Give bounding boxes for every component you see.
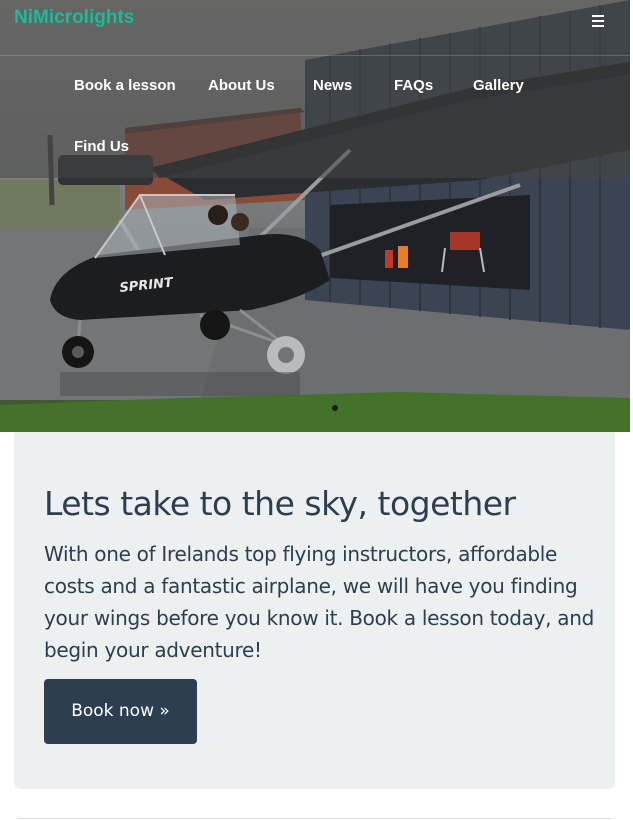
navbar: NiMicrolights Book a lesson About Us New… bbox=[0, 0, 630, 178]
nav-link-book-a-lesson[interactable]: Book a lesson bbox=[74, 76, 176, 96]
navbar-divider bbox=[0, 55, 630, 56]
nav-link-find-us[interactable]: Find Us bbox=[74, 137, 129, 157]
nav-link-faqs[interactable]: FAQs bbox=[394, 76, 433, 96]
jumbotron-title: Lets take to the sky, together bbox=[44, 484, 516, 523]
book-now-button[interactable]: Book now » bbox=[44, 679, 197, 744]
section-divider bbox=[18, 818, 612, 819]
jumbotron-text: With one of Irelands top flying instruct… bbox=[44, 542, 594, 662]
nav-link-gallery[interactable]: Gallery bbox=[473, 76, 524, 96]
hamburger-icon[interactable] bbox=[588, 12, 608, 30]
carousel-indicator[interactable] bbox=[332, 405, 338, 411]
nav-link-about-us[interactable]: About Us bbox=[208, 76, 275, 96]
field-background bbox=[0, 180, 120, 228]
nav-link-news[interactable]: News bbox=[313, 76, 352, 96]
brand-logo[interactable]: NiMicrolights bbox=[14, 6, 134, 30]
jumbotron: Lets take to the sky, together With one … bbox=[14, 432, 615, 789]
hero-carousel: SPRINT NiMicrolights Book a lesson About… bbox=[0, 0, 630, 432]
